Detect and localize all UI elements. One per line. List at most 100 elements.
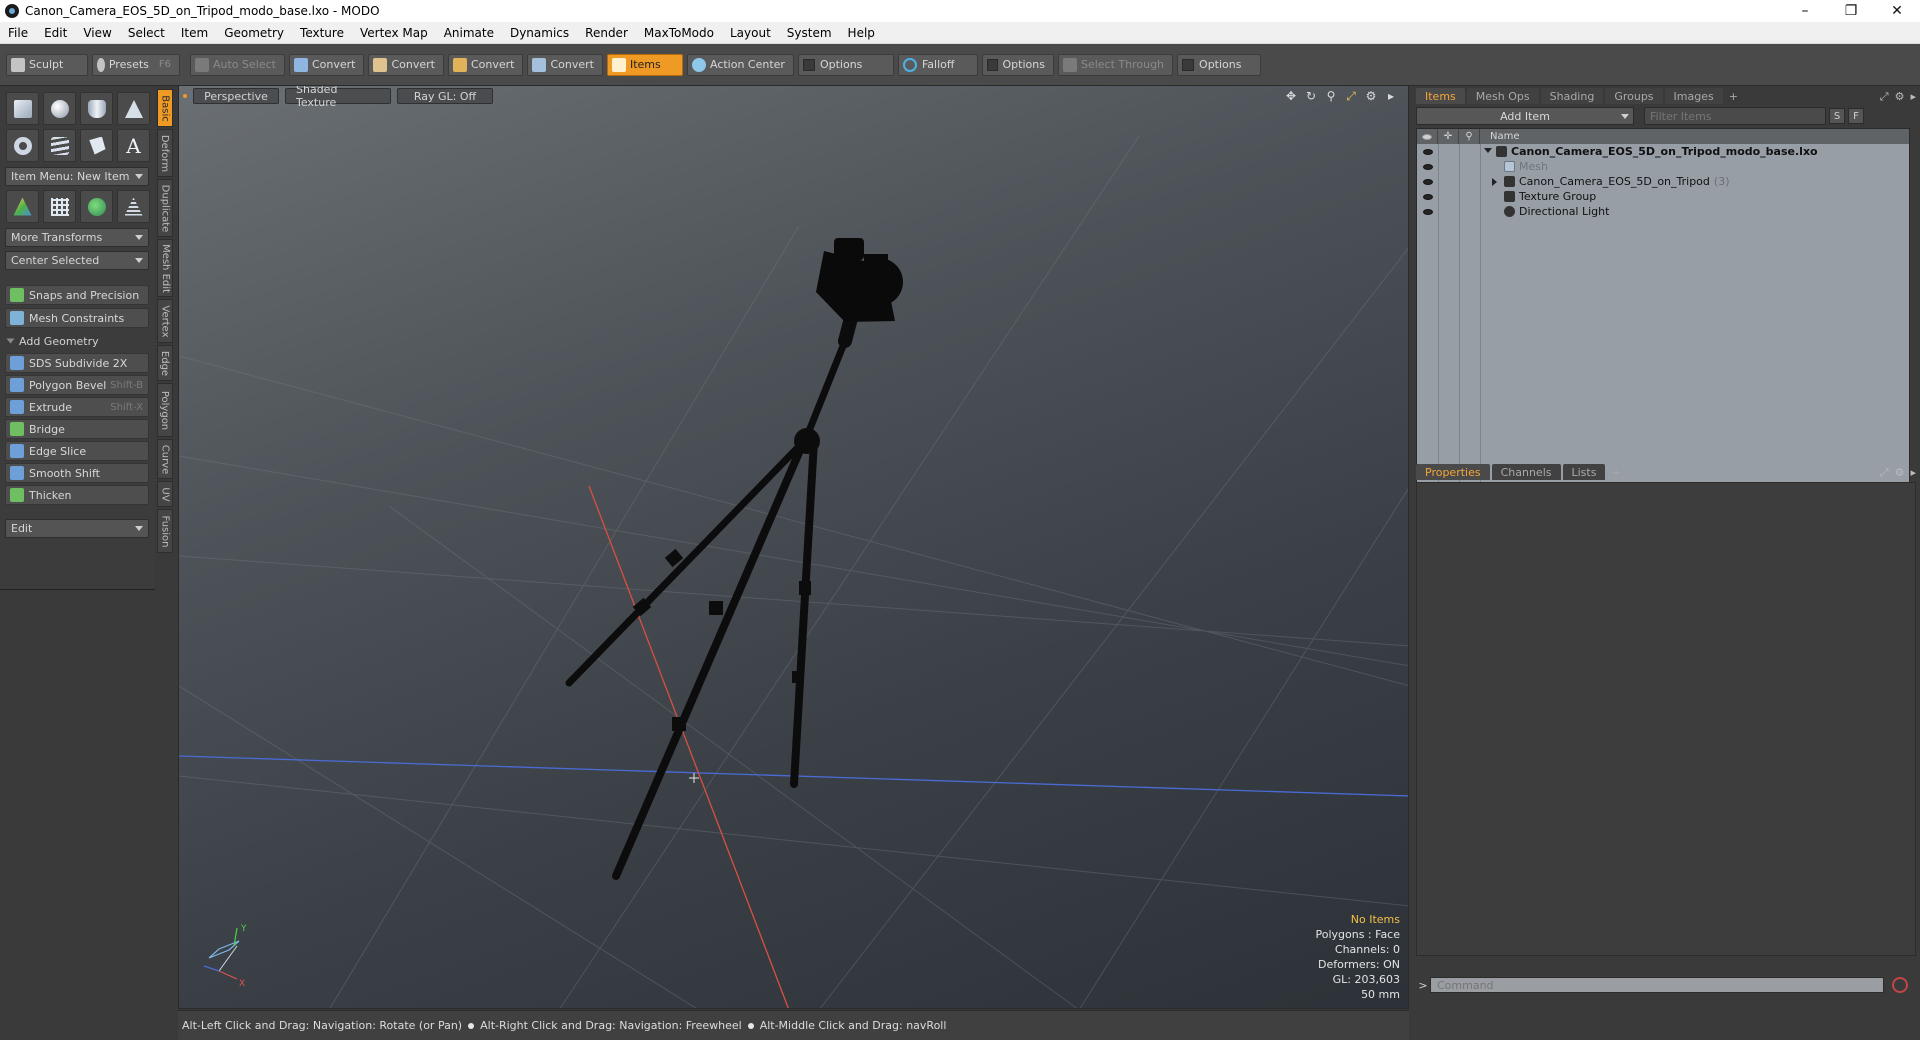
- bridge-button[interactable]: Bridge: [5, 419, 149, 439]
- tab-polygon[interactable]: Polygon: [157, 383, 173, 437]
- list-item-texture-group[interactable]: Texture Group: [1417, 189, 1909, 204]
- menu-file[interactable]: File: [0, 26, 36, 40]
- visibility-toggle[interactable]: [1417, 193, 1438, 200]
- cone-tool-button[interactable]: [117, 92, 150, 125]
- grid-tool-button[interactable]: [43, 190, 76, 223]
- pen-tool-button[interactable]: [80, 129, 113, 162]
- convert-button-3[interactable]: Convert: [447, 53, 524, 76]
- record-icon[interactable]: [1892, 977, 1908, 993]
- rotate-icon[interactable]: ↻: [1304, 89, 1318, 103]
- tab-shading[interactable]: Shading: [1540, 88, 1604, 104]
- menu-item[interactable]: Item: [173, 26, 216, 40]
- pyramid-tool-button[interactable]: [117, 190, 150, 223]
- add-tab-button[interactable]: +: [1607, 464, 1624, 480]
- tab-edge[interactable]: Edge: [157, 345, 173, 381]
- thicken-button[interactable]: Thicken: [5, 485, 149, 505]
- transform-tool-button[interactable]: [6, 190, 39, 223]
- menu-view[interactable]: View: [75, 26, 119, 40]
- gear-icon[interactable]: ⚙: [1364, 89, 1378, 103]
- visibility-toggle[interactable]: [1417, 163, 1438, 170]
- visibility-toggle[interactable]: [1417, 208, 1438, 215]
- edit-dropdown[interactable]: Edit: [5, 519, 149, 538]
- expand-icon[interactable]: ⤢: [1880, 90, 1889, 104]
- fit-icon[interactable]: ⤢: [1344, 89, 1358, 103]
- tab-fusion[interactable]: Fusion: [157, 509, 173, 553]
- add-tab-button[interactable]: +: [1725, 88, 1742, 104]
- polygon-bevel-button[interactable]: Polygon Bevel Shift-B: [5, 375, 149, 395]
- tab-images[interactable]: Images: [1664, 88, 1723, 104]
- action-center-button[interactable]: Action Center: [686, 53, 794, 76]
- tab-groups[interactable]: Groups: [1605, 88, 1663, 104]
- tab-duplicate[interactable]: Duplicate: [157, 179, 173, 237]
- cube-tool-button[interactable]: [6, 92, 39, 125]
- minimize-button[interactable]: –: [1782, 0, 1828, 22]
- convert-button-2[interactable]: Convert: [368, 53, 444, 76]
- cylinder-tool-button[interactable]: [80, 92, 113, 125]
- text-tool-button[interactable]: A: [117, 129, 150, 162]
- raygl-button[interactable]: Ray GL: Off: [397, 88, 493, 104]
- filter-items-input[interactable]: [1644, 107, 1826, 125]
- select-through-options-button[interactable]: Options: [1177, 53, 1262, 76]
- more-transforms-dropdown[interactable]: More Transforms: [5, 228, 149, 247]
- visibility-toggle[interactable]: [1417, 178, 1438, 185]
- menu-maxtomodo[interactable]: MaxToModo: [636, 26, 722, 40]
- tab-uv[interactable]: UV: [157, 481, 173, 507]
- menu-dynamics[interactable]: Dynamics: [502, 26, 577, 40]
- list-item-directional-light[interactable]: Directional Light: [1417, 204, 1909, 219]
- tab-mesh-ops[interactable]: Mesh Ops: [1466, 88, 1539, 104]
- play-arrow-icon[interactable]: ▸: [1910, 90, 1916, 104]
- tab-vertex[interactable]: Vertex: [157, 299, 173, 343]
- globe-tool-button[interactable]: [80, 190, 113, 223]
- expand-icon[interactable]: ⤢: [1880, 466, 1889, 480]
- convert-button-1[interactable]: Convert: [288, 53, 365, 76]
- menu-select[interactable]: Select: [120, 26, 173, 40]
- type-column-header[interactable]: ⚲: [1459, 129, 1480, 144]
- tab-channels[interactable]: Channels: [1491, 464, 1561, 480]
- close-button[interactable]: ✕: [1874, 0, 1920, 22]
- tab-mesh-edit[interactable]: Mesh Edit: [157, 239, 173, 297]
- filter-f-button[interactable]: F: [1848, 108, 1864, 124]
- menu-vertex-map[interactable]: Vertex Map: [352, 26, 436, 40]
- item-menu-dropdown[interactable]: Item Menu: New Item: [5, 167, 149, 186]
- menu-system[interactable]: System: [779, 26, 840, 40]
- tab-deform[interactable]: Deform: [157, 129, 173, 177]
- tab-curve[interactable]: Curve: [157, 439, 173, 479]
- filter-s-button[interactable]: S: [1829, 108, 1845, 124]
- name-column-header[interactable]: Name: [1480, 131, 1520, 142]
- play-arrow-icon[interactable]: ▸: [1384, 89, 1398, 103]
- edge-slice-button[interactable]: Edge Slice: [5, 441, 149, 461]
- list-item-tripod-group[interactable]: Canon_Camera_EOS_5D_on_Tripod (3): [1417, 174, 1909, 189]
- smooth-shift-button[interactable]: Smooth Shift: [5, 463, 149, 483]
- falloff-options-button[interactable]: Options: [981, 53, 1054, 76]
- gear-icon[interactable]: ⚙: [1895, 466, 1905, 480]
- pan-icon[interactable]: ✥: [1284, 89, 1298, 103]
- falloff-button[interactable]: Falloff: [897, 53, 978, 76]
- add-item-dropdown[interactable]: Add Item: [1416, 107, 1634, 125]
- extrude-button[interactable]: Extrude Shift-X: [5, 397, 149, 417]
- items-mode-button[interactable]: Items: [606, 53, 683, 76]
- tab-properties[interactable]: Properties: [1416, 464, 1490, 480]
- menu-layout[interactable]: Layout: [722, 26, 779, 40]
- spring-tool-button[interactable]: [43, 129, 76, 162]
- add-geometry-section[interactable]: Add Geometry: [5, 332, 149, 350]
- visibility-toggle[interactable]: [1417, 148, 1438, 155]
- menu-geometry[interactable]: Geometry: [216, 26, 292, 40]
- menu-help[interactable]: Help: [840, 26, 883, 40]
- menu-edit[interactable]: Edit: [36, 26, 75, 40]
- sds-subdivide-button[interactable]: SDS Subdivide 2X: [5, 353, 149, 373]
- 3d-viewport[interactable]: Y X Perspective Shaded Texture Ray GL: O…: [178, 85, 1409, 1009]
- viewport-scene[interactable]: Y X: [179, 86, 1409, 1009]
- command-input[interactable]: [1430, 977, 1884, 993]
- list-item-mesh[interactable]: Mesh: [1417, 159, 1909, 174]
- torus-tool-button[interactable]: [6, 129, 39, 162]
- restore-button[interactable]: ❐: [1828, 0, 1874, 22]
- play-arrow-icon[interactable]: ▸: [1910, 466, 1916, 480]
- expand-triangle-icon[interactable]: [1492, 177, 1500, 186]
- lock-column-header[interactable]: ✛: [1438, 129, 1459, 144]
- convert-button-4[interactable]: Convert: [527, 53, 603, 76]
- expand-triangle-icon[interactable]: [1484, 147, 1492, 156]
- snaps-precision-button[interactable]: Snaps and Precision: [5, 285, 149, 305]
- visibility-column-header[interactable]: [1417, 129, 1438, 144]
- menu-render[interactable]: Render: [577, 26, 636, 40]
- tab-items[interactable]: Items: [1416, 88, 1465, 104]
